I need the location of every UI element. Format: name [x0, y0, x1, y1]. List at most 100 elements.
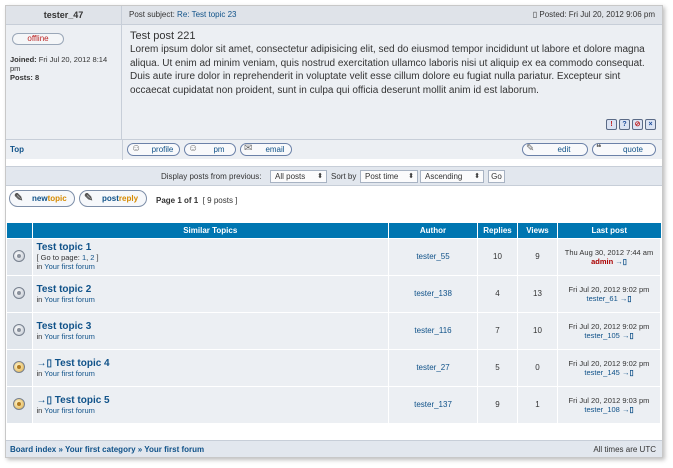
topic-replies: 9: [477, 385, 518, 423]
last-post-date: Fri Jul 20, 2012 9:03 pm: [568, 395, 650, 405]
email-button[interactable]: ✉ email: [240, 143, 292, 156]
topic-cell: →▯ Test topic 5 in Your first forum: [32, 385, 389, 423]
table-header: Similar Topics Author Replies Views Last…: [7, 223, 661, 238]
joined-label: Joined:: [10, 55, 37, 64]
forum-link[interactable]: Your first forum: [44, 262, 95, 271]
user-icon: ☺: [131, 143, 142, 154]
last-post: Thu Aug 30, 2012 7:44 am admin →▯: [557, 237, 661, 275]
goto-prefix: [ Go to page:: [36, 253, 82, 262]
topic-replies: 5: [477, 348, 518, 386]
header-views: Views: [517, 223, 558, 238]
topic-icon-cell: [7, 274, 33, 312]
new-post-icon[interactable]: →▯: [37, 358, 53, 369]
warn-icon[interactable]: ⊘: [632, 119, 643, 130]
forum-link[interactable]: Your first forum: [44, 369, 95, 378]
order-select-value: Ascending: [425, 172, 463, 181]
forum-link[interactable]: Your first forum: [44, 295, 95, 304]
offline-badge: offline: [12, 33, 64, 45]
last-post-user[interactable]: tester_61: [586, 294, 617, 303]
breadcrumb-sep: »: [135, 445, 145, 454]
topic-read-icon: [13, 249, 26, 262]
header-author: Author: [388, 223, 478, 238]
breadcrumb-forum[interactable]: Your first forum: [144, 445, 204, 454]
post-footer: Top ☺ profile ☺ pm ✉ email ✎ edit ❝ quote: [6, 139, 662, 160]
topic-views: 10: [517, 311, 558, 349]
new-topic-button[interactable]: ✎ newtopic: [9, 190, 75, 207]
pm-button[interactable]: ☺ pm: [184, 143, 236, 156]
topic-icon-cell: [7, 237, 33, 275]
table-row: →▯ Test topic 4 in Your first forum test…: [7, 348, 661, 386]
breadcrumb-category[interactable]: Your first category: [65, 445, 136, 454]
mail-icon: ✉: [244, 143, 253, 154]
profile-button[interactable]: ☺ profile: [127, 143, 180, 156]
topic-read-icon: [13, 286, 26, 299]
post-title: Test post 221: [130, 30, 196, 42]
quote-button[interactable]: ❝ quote: [592, 143, 656, 156]
last-post-user[interactable]: tester_105: [584, 331, 619, 340]
delete-icon[interactable]: ×: [645, 119, 656, 130]
posts-filter-select[interactable]: All posts ⬍: [270, 170, 327, 183]
topic-title[interactable]: Test topic 4: [55, 358, 110, 369]
topic-title-row: →▯ Test topic 4: [37, 358, 389, 369]
view-latest-post-icon[interactable]: →▯: [622, 331, 634, 340]
select-arrow-icon: ⬍: [474, 173, 480, 180]
display-label: Display posts from previous:: [161, 172, 262, 181]
edit-button[interactable]: ✎ edit: [522, 143, 588, 156]
post-reply-label-a: post: [102, 194, 119, 203]
view-latest-post-icon[interactable]: →▯: [615, 257, 627, 266]
new-post-icon[interactable]: →▯: [37, 395, 53, 406]
topic-cell: Test topic 1 [ Go to page: 1, 2 ] in You…: [32, 237, 389, 275]
go-button[interactable]: Go: [488, 170, 505, 183]
topic-icon-cell: [7, 311, 33, 349]
post-subject-label: Post subject:: [129, 10, 175, 19]
info-icon[interactable]: ?: [619, 119, 630, 130]
view-latest-post-icon[interactable]: →▯: [622, 405, 634, 414]
header-icon-col: [7, 223, 33, 238]
profile-info: Joined: Fri Jul 20, 2012 8:14 pm Posts: …: [10, 55, 118, 82]
topic-title[interactable]: Test topic 3: [37, 321, 389, 332]
pm-button-label: pm: [213, 145, 225, 154]
last-post-user[interactable]: tester_145: [584, 368, 619, 377]
topic-title[interactable]: Test topic 5: [55, 395, 110, 406]
topic-author[interactable]: tester_55: [388, 237, 478, 275]
topic-author[interactable]: tester_137: [388, 385, 478, 423]
last-post-user[interactable]: tester_108: [584, 405, 619, 414]
post: tester_47 Post subject: Re: Test topic 2…: [6, 6, 662, 160]
profile-column: offline Joined: Fri Jul 20, 2012 8:14 pm…: [6, 25, 122, 139]
view-latest-post-icon[interactable]: →▯: [620, 294, 632, 303]
report-icon[interactable]: !: [606, 119, 617, 130]
topic-author[interactable]: tester_116: [388, 311, 478, 349]
header-replies: Replies: [477, 223, 518, 238]
topic-title[interactable]: Test topic 1: [37, 242, 389, 253]
last-post-date: Fri Jul 20, 2012 9:02 pm: [568, 284, 650, 294]
last-post-date: Thu Aug 30, 2012 7:44 am: [564, 247, 654, 257]
breadcrumb-board-index[interactable]: Board index: [10, 445, 56, 454]
last-post: Fri Jul 20, 2012 9:02 pm tester_105 →▯: [557, 311, 661, 349]
forum-link[interactable]: Your first forum: [44, 332, 95, 341]
topic-title[interactable]: Test topic 2: [37, 284, 389, 295]
table-row: Test topic 1 [ Go to page: 1, 2 ] in You…: [7, 237, 661, 275]
last-post: Fri Jul 20, 2012 9:02 pm tester_61 →▯: [557, 274, 661, 312]
table-row: →▯ Test topic 5 in Your first forum test…: [7, 385, 661, 423]
last-post: Fri Jul 20, 2012 9:03 pm tester_108 →▯: [557, 385, 661, 423]
top-link[interactable]: Top: [10, 145, 24, 154]
post-author[interactable]: tester_47: [6, 6, 122, 25]
last-post-user[interactable]: admin: [591, 257, 613, 266]
forum-page: tester_47 Post subject: Re: Test topic 2…: [5, 5, 663, 458]
sort-select[interactable]: Post time ⬍: [360, 170, 418, 183]
post-subject-link[interactable]: Re: Test topic 23: [177, 10, 236, 19]
topic-author[interactable]: tester_138: [388, 274, 478, 312]
topic-forum: in Your first forum: [37, 295, 389, 304]
topic-author[interactable]: tester_27: [388, 348, 478, 386]
forum-link[interactable]: Your first forum: [44, 406, 95, 415]
posts-label: Posts:: [10, 73, 33, 82]
select-arrow-icon: ⬍: [408, 173, 414, 180]
order-select[interactable]: Ascending ⬍: [420, 170, 484, 183]
post-reply-button[interactable]: ✎ postreply: [79, 190, 147, 207]
edit-icon: ✎: [526, 143, 535, 154]
last-post-date: Fri Jul 20, 2012 9:02 pm: [568, 358, 650, 368]
view-latest-post-icon[interactable]: →▯: [622, 368, 634, 377]
post-subject-bar: Post subject: Re: Test topic 23 ▯ Posted…: [122, 6, 662, 25]
topic-unread-icon: [13, 397, 26, 410]
post-actions-icons: ! ? ⊘ ×: [606, 119, 656, 130]
